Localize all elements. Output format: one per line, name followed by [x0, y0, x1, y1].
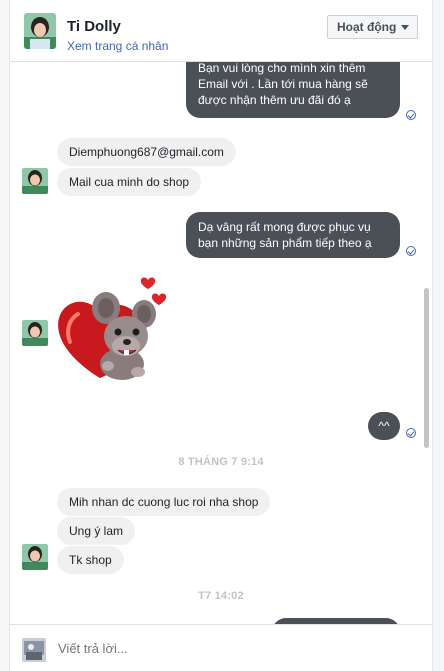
- message-incoming: Diemphuong687@gmail.com: [57, 138, 236, 166]
- message-list[interactable]: Bạn vui lòng cho mình xin thêm Email với…: [10, 62, 432, 624]
- background-page-left: [0, 0, 10, 671]
- seen-icon: [406, 246, 416, 256]
- status-dropdown[interactable]: Hoạt động: [327, 15, 418, 39]
- view-profile-link[interactable]: Xem trang cá nhân: [67, 39, 168, 53]
- message-line: Email với . Lần tới mua hàng sẽ: [198, 77, 368, 91]
- message-incoming: Mih nhan dc cuong luc roi nha shop: [57, 488, 271, 516]
- chevron-down-icon: [401, 25, 409, 30]
- composer: [10, 624, 432, 671]
- background-page-right: [432, 0, 444, 671]
- chat-header: Ti Dolly Xem trang cá nhân Hoạt động: [10, 0, 432, 62]
- timestamp: 8 THÁNG 7 9:14: [178, 456, 264, 468]
- message-outgoing: ^^: [368, 412, 400, 440]
- message-incoming: Tk shop: [57, 546, 124, 574]
- chat-panel: Ti Dolly Xem trang cá nhân Hoạt động Bạn…: [10, 0, 432, 671]
- seen-icon: [406, 110, 416, 120]
- avatar[interactable]: [22, 168, 48, 194]
- timestamp: T7 14:02: [198, 590, 244, 602]
- message-incoming: Mail cua minh do shop: [57, 168, 202, 196]
- avatar[interactable]: [24, 13, 56, 49]
- message-incoming: Ung ý lam: [57, 517, 136, 545]
- status-label: Hoạt động: [337, 20, 397, 34]
- reply-input[interactable]: [58, 641, 408, 656]
- message-line: bạn những sản phẩm tiếp theo ạ: [198, 236, 372, 250]
- avatar: [22, 638, 46, 662]
- mouse-heart-sticker-icon[interactable]: [58, 274, 170, 394]
- avatar[interactable]: [22, 544, 48, 570]
- avatar[interactable]: [22, 320, 48, 346]
- message-outgoing: Bạn vui lòng cho mình xin thêm Email với…: [186, 62, 400, 118]
- scrollbar[interactable]: [424, 288, 429, 448]
- message-line: Dạ vâng rất mong được phục vụ: [198, 220, 371, 234]
- message-outgoing: Dạ vâng rất mong được phục vụ bạn những …: [186, 212, 400, 258]
- seen-icon: [406, 428, 416, 438]
- message-line: được nhận thêm ưu đãi đó ạ: [198, 93, 351, 107]
- contact-name[interactable]: Ti Dolly: [67, 18, 121, 35]
- message-line: Bạn vui lòng cho mình xin thêm: [198, 62, 366, 75]
